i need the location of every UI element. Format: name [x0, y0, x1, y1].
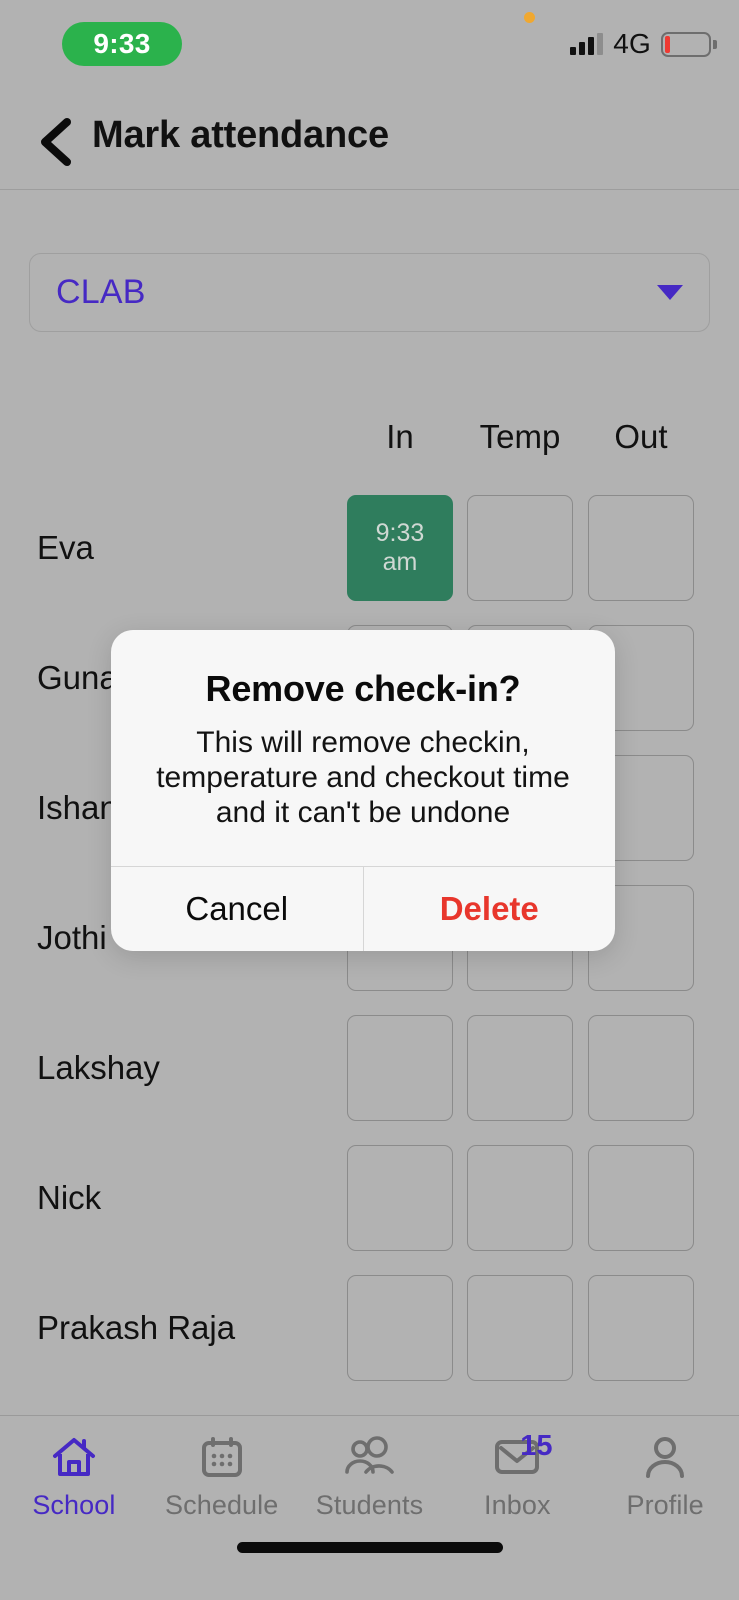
inbox-unread-badge: 15 — [520, 1430, 553, 1462]
attendance-cell-out[interactable] — [588, 495, 694, 601]
status-right-cluster: 4G — [570, 28, 717, 60]
class-select-dropdown[interactable]: CLAB — [29, 253, 710, 332]
student-name: Jothi — [37, 919, 107, 956]
tab-schedule[interactable]: Schedule — [148, 1416, 296, 1535]
signal-bars-icon — [570, 33, 604, 55]
dialog-title: Remove check-in? — [205, 668, 521, 709]
student-name: Nick — [37, 1179, 102, 1216]
attendance-cell-temp[interactable] — [467, 1145, 573, 1251]
student-name: Eva — [37, 529, 94, 566]
dialog-message: This will remove checkin, temperature an… — [156, 726, 570, 829]
attendance-cell-in[interactable] — [347, 1275, 453, 1381]
dialog-actions: Cancel Delete — [111, 866, 616, 952]
attendance-cell-temp[interactable] — [467, 495, 573, 601]
class-select-value: CLAB — [56, 273, 146, 311]
table-row: Prakash Raja — [0, 1275, 739, 1381]
attendance-cell-out[interactable] — [588, 1145, 694, 1251]
tab-label: Inbox — [484, 1490, 551, 1520]
home-indicator — [236, 1542, 503, 1553]
column-header-out: Out — [614, 418, 668, 455]
tab-school[interactable]: School — [0, 1416, 148, 1535]
checkin-meridiem: am — [382, 548, 418, 576]
calendar-icon — [200, 1432, 244, 1482]
person-icon — [643, 1432, 687, 1482]
attendance-cell-temp[interactable] — [467, 1275, 573, 1381]
attendance-cell-in[interactable]: 9:33 am — [347, 495, 453, 601]
chevron-down-icon — [657, 285, 683, 300]
status-time-pill: 9:33 — [62, 22, 182, 66]
cancel-button[interactable]: Cancel — [111, 867, 363, 951]
column-header-temp: Temp — [479, 418, 561, 455]
table-row: Nick — [0, 1145, 739, 1251]
student-name: Ishan — [37, 789, 118, 826]
remove-checkin-dialog: Remove check-in? This will remove checki… — [111, 630, 616, 952]
attendance-cell-temp[interactable] — [467, 1015, 573, 1121]
delete-button[interactable]: Delete — [362, 867, 616, 952]
table-column-headers: In Temp Out — [0, 418, 739, 464]
checkin-time: 9:33 — [375, 518, 425, 547]
phone-screen: 9:33 4G Mark attendance CLAB In Temp Out… — [0, 0, 739, 1600]
tab-label: School — [32, 1490, 116, 1520]
column-header-in: In — [386, 418, 414, 455]
bottom-tab-bar: School Schedule Students 15 Inbox Profile — [0, 1415, 739, 1535]
tab-label: Students — [315, 1490, 424, 1520]
nav-header: Mark attendance — [0, 92, 739, 190]
tab-students[interactable]: Students — [296, 1416, 444, 1535]
attendance-cell-in[interactable] — [347, 1015, 453, 1121]
student-name: Guna — [37, 659, 118, 696]
status-time: 9:33 — [93, 28, 151, 59]
home-icon — [51, 1432, 97, 1482]
people-icon — [344, 1432, 395, 1482]
attendance-cell-out[interactable] — [588, 1015, 694, 1121]
tab-profile[interactable]: Profile — [591, 1416, 739, 1535]
network-type-label: 4G — [613, 28, 651, 59]
table-row: Eva 9:33 am — [0, 495, 739, 601]
status-bar: 9:33 4G — [0, 0, 739, 92]
tab-label: Schedule — [165, 1490, 279, 1520]
tab-inbox[interactable]: 15 Inbox — [443, 1416, 591, 1535]
page-title: Mark attendance — [92, 114, 389, 156]
back-chevron-icon[interactable] — [34, 116, 80, 168]
table-row: Lakshay — [0, 1015, 739, 1121]
attendance-cell-out[interactable] — [588, 1275, 694, 1381]
attendance-cell-in[interactable] — [347, 1145, 453, 1251]
tab-label: Profile — [626, 1490, 704, 1520]
student-name: Prakash Raja — [37, 1309, 236, 1346]
privacy-indicator-dot — [524, 12, 535, 23]
student-name: Lakshay — [37, 1049, 160, 1086]
battery-low-icon — [661, 31, 717, 57]
dialog-body: Remove check-in? This will remove checki… — [111, 630, 615, 866]
